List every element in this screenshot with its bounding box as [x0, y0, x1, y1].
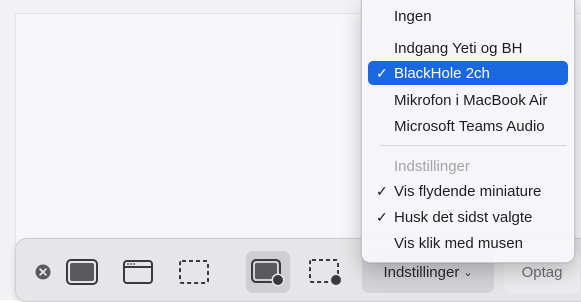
menu-item-label: Microsoft Teams Audio [394, 117, 545, 135]
record-button-label: Optag [521, 263, 563, 281]
menu-item-label: Vis klik med musen [394, 234, 523, 252]
window-icon [123, 260, 153, 284]
menu-item-microphone-none[interactable]: Ingen [368, 7, 568, 25]
menu-item-label: Vis flydende miniature [394, 182, 542, 200]
chevron-down-icon: ⌄ [463, 266, 473, 279]
checkmark-icon: ✓ [376, 208, 388, 225]
menu-item-show-floating-thumbnail[interactable]: ✓ Vis flydende miniature [368, 179, 568, 203]
menu-item-microphone-macbook[interactable]: Mikrofon i MacBook Air [368, 88, 568, 112]
options-dropdown-menu: Ingen Indgang Yeti og BH ✓ BlackHole 2ch… [361, 0, 575, 263]
menu-item-microphone-blackhole[interactable]: ✓ BlackHole 2ch [368, 61, 568, 85]
capture-window-button[interactable] [116, 251, 160, 293]
record-selection-button[interactable] [304, 251, 348, 293]
menu-item-label: Indgang Yeti og BH [394, 39, 523, 57]
menu-item-microphone-teams[interactable]: Microsoft Teams Audio [368, 114, 568, 138]
record-screen-icon [251, 259, 285, 287]
record-entire-screen-button[interactable] [246, 251, 290, 293]
menu-item-remember-last-selection[interactable]: ✓ Husk det sidst valgte [368, 205, 568, 229]
menu-header-label: Indstillinger [394, 157, 470, 175]
selection-icon [179, 260, 209, 284]
menu-item-label: Ingen [394, 8, 432, 25]
menu-separator [380, 145, 566, 146]
menu-item-microphone-yeti[interactable]: Indgang Yeti og BH [368, 36, 568, 60]
checkmark-icon: ✓ [376, 182, 388, 199]
menu-item-label: Husk det sidst valgte [394, 208, 533, 226]
record-selection-icon [309, 259, 343, 287]
menu-item-label: Mikrofon i MacBook Air [394, 91, 548, 109]
checkmark-icon: ✓ [376, 64, 388, 81]
close-button[interactable] [34, 263, 52, 281]
options-button-label: Indstillinger [383, 263, 460, 281]
entire-screen-icon [66, 259, 98, 285]
menu-section-header-options: Indstillinger [368, 154, 568, 178]
menu-item-show-mouse-clicks[interactable]: Vis klik med musen [368, 231, 568, 255]
menu-item-label: BlackHole 2ch [394, 64, 490, 82]
close-icon [35, 264, 51, 280]
capture-selection-button[interactable] [172, 251, 216, 293]
capture-entire-screen-button[interactable] [60, 251, 104, 293]
